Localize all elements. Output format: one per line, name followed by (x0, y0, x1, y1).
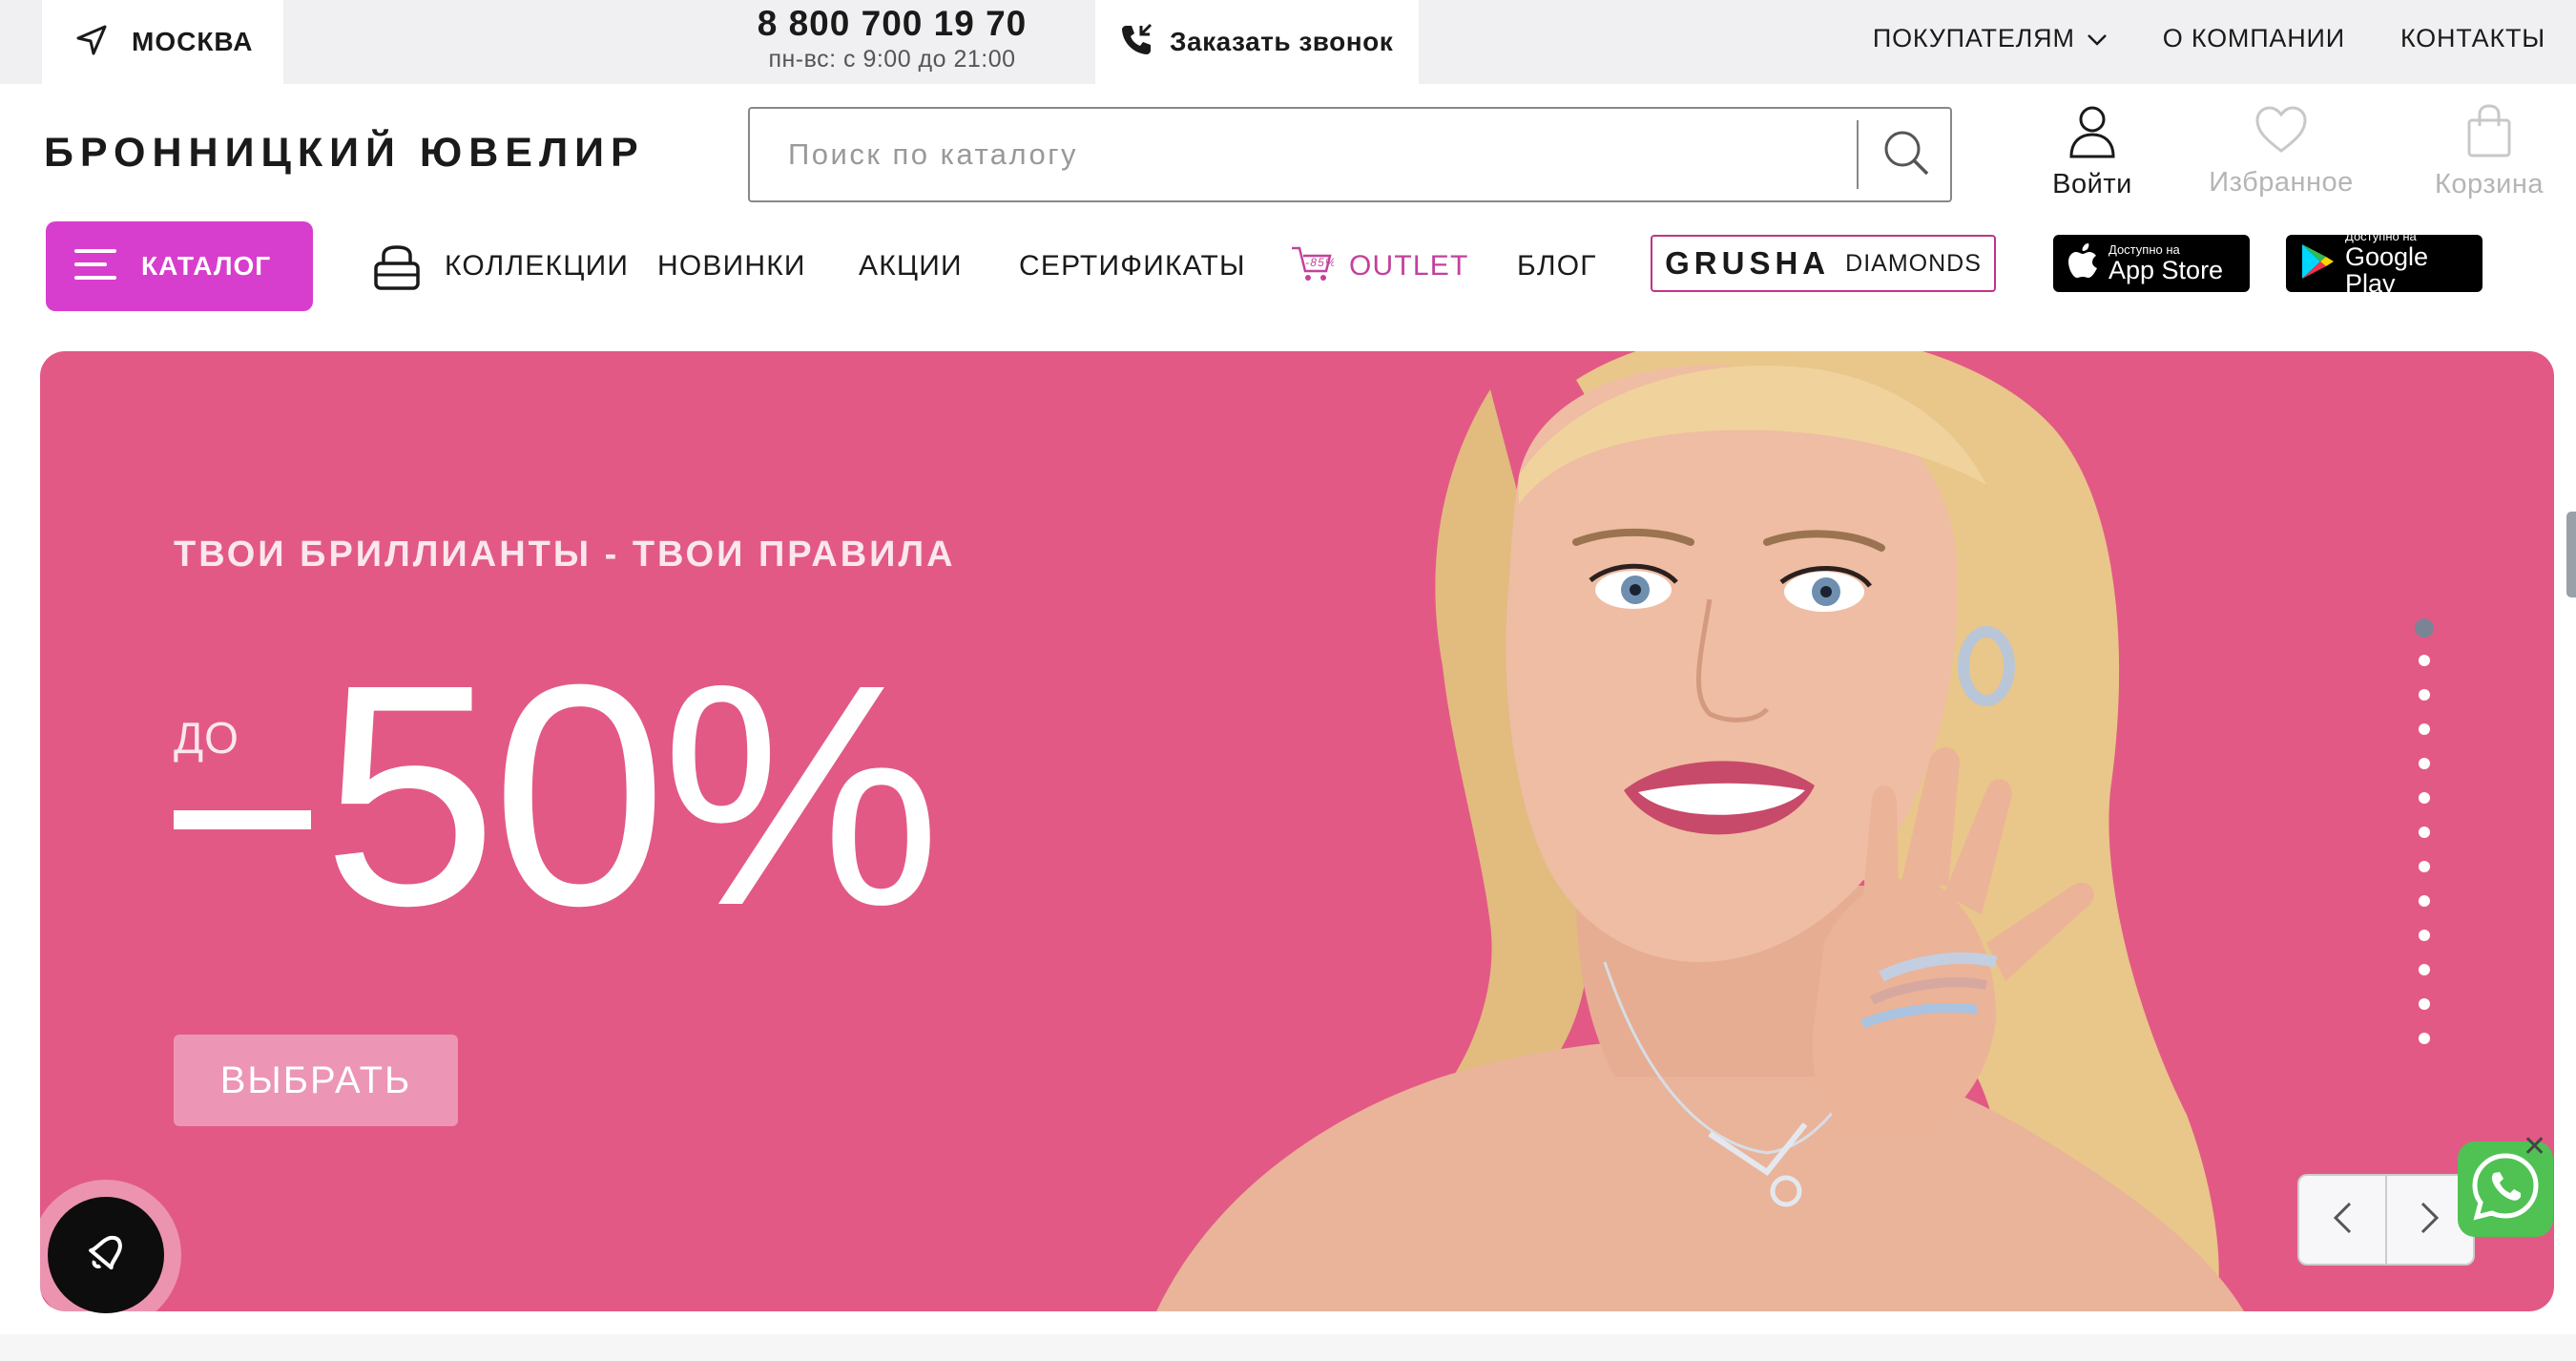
hero-minus-sign (174, 810, 311, 829)
site-logo[interactable]: БРОННИЦКИЙ ЮВЕЛИР (44, 130, 645, 177)
phone-call-icon (1118, 22, 1154, 63)
nav-item-new[interactable]: НОВИНКИ (657, 250, 806, 283)
googleplay-badge[interactable]: Доступно на Google Play (2286, 230, 2483, 297)
top-bar: МОСКВА 8 800 700 19 70 пн-вс: с 9:00 до … (0, 0, 2576, 84)
slide-dot[interactable] (2419, 895, 2430, 907)
slide-dot[interactable] (2415, 618, 2434, 638)
appstore-badge[interactable]: Доступно на App Store (2053, 235, 2250, 292)
top-links: ПОКУПАТЕЛЯМ О КОМПАНИИ КОНТАКТЫ (1873, 0, 2545, 76)
cart-label: Корзина (2435, 169, 2544, 199)
chevron-right-icon (2419, 1201, 2441, 1240)
slide-dot[interactable] (2419, 998, 2430, 1010)
cart-button[interactable]: Корзина (2408, 103, 2570, 200)
slide-dot[interactable] (2419, 1033, 2430, 1044)
slide-dot[interactable] (2419, 792, 2430, 804)
grusha-diamonds-link[interactable]: GRUSHA DIAMONDS (1651, 235, 1996, 292)
phone-block: 8 800 700 19 70 пн-вс: с 9:00 до 21:00 (706, 0, 1078, 84)
toplink-customers[interactable]: ПОКУПАТЕЛЯМ (1873, 24, 2108, 53)
slide-dot[interactable] (2419, 655, 2430, 666)
slide-dot[interactable] (2419, 723, 2430, 735)
notification-bell-button[interactable] (48, 1197, 164, 1313)
chevron-left-icon (2331, 1201, 2354, 1240)
chevron-down-icon (2087, 24, 2108, 53)
heart-icon (2254, 106, 2309, 160)
outlet-cart-icon: -85% (1290, 241, 1336, 292)
close-icon[interactable]: ✕ (2523, 1130, 2546, 1163)
login-button[interactable]: Войти (2011, 103, 2173, 200)
hero-banner[interactable]: ТВОИ БРИЛЛИАНТЫ - ТВОИ ПРАВИЛА ДО 50% ВЫ… (40, 351, 2554, 1311)
callback-label: Заказать звонок (1170, 27, 1394, 56)
toplink-about[interactable]: О КОМПАНИИ (2163, 24, 2345, 53)
nav-item-certificates[interactable]: СЕРТИФИКАТЫ (1019, 250, 1246, 283)
working-hours: пн-вс: с 9:00 до 21:00 (768, 46, 1016, 73)
googleplay-top-label: Доступно на (2345, 229, 2417, 243)
callback-button[interactable]: Заказать звонок (1095, 0, 1419, 84)
search-button[interactable] (1862, 109, 1950, 200)
nav-item-sales[interactable]: АКЦИИ (859, 250, 963, 283)
google-play-icon (2299, 242, 2336, 285)
search-input[interactable] (750, 109, 1857, 200)
favorites-button[interactable]: Избранное (2200, 103, 2362, 199)
slide-dot[interactable] (2419, 861, 2430, 872)
location-arrow-icon (73, 21, 111, 64)
search-divider (1857, 120, 1859, 189)
search-icon (1880, 126, 1933, 184)
city-label: МОСКВА (132, 27, 254, 56)
scrollbar-handle[interactable] (2566, 512, 2576, 597)
outlet-badge: -85% (1305, 256, 1334, 269)
hero-discount: 50% (322, 618, 941, 971)
city-selector[interactable]: МОСКВА (42, 0, 283, 84)
toplink-contacts[interactable]: КОНТАКТЫ (2400, 24, 2545, 53)
slide-dot[interactable] (2419, 964, 2430, 975)
user-icon (2067, 106, 2117, 162)
toplink-customers-label: ПОКУПАТЕЛЯМ (1872, 23, 2075, 52)
apple-icon (2067, 242, 2099, 285)
nav-item-blog[interactable]: БЛОГ (1517, 250, 1597, 283)
page-bottom-strip (0, 1334, 2576, 1361)
grusha-sub: DIAMONDS (1845, 249, 1982, 277)
slide-dot[interactable] (2419, 689, 2430, 701)
grusha-brand: GRUSHA (1665, 245, 1831, 281)
bag-icon (2465, 104, 2513, 162)
phone-number[interactable]: 8 800 700 19 70 (706, 4, 1078, 44)
hero-prefix: ДО (174, 713, 239, 763)
slide-dot[interactable] (2419, 827, 2430, 838)
hero-tagline: ТВОИ БРИЛЛИАНТЫ - ТВОИ ПРАВИЛА (174, 534, 956, 575)
appstore-top-label: Доступно на (2109, 242, 2180, 257)
search-box (748, 107, 1952, 202)
slide-dot[interactable] (2419, 930, 2430, 941)
nav-item-collections[interactable]: КОЛЛЕКЦИИ (445, 250, 629, 283)
slider-controls (2297, 1174, 2475, 1266)
favorites-label: Избранное (2209, 167, 2354, 198)
nav-item-outlet[interactable]: OUTLET (1349, 250, 1469, 283)
bell-icon (75, 1223, 136, 1288)
slide-indicators (2414, 618, 2435, 1067)
googleplay-label: Google Play (2345, 242, 2429, 298)
appstore-label: App Store (2109, 256, 2224, 284)
login-label: Войти (2052, 169, 2132, 199)
slide-dot[interactable] (2419, 758, 2430, 769)
hero-cta-button[interactable]: ВЫБРАТЬ (174, 1035, 458, 1126)
slider-prev-button[interactable] (2299, 1176, 2385, 1264)
hero-model-image (1156, 351, 2244, 1311)
